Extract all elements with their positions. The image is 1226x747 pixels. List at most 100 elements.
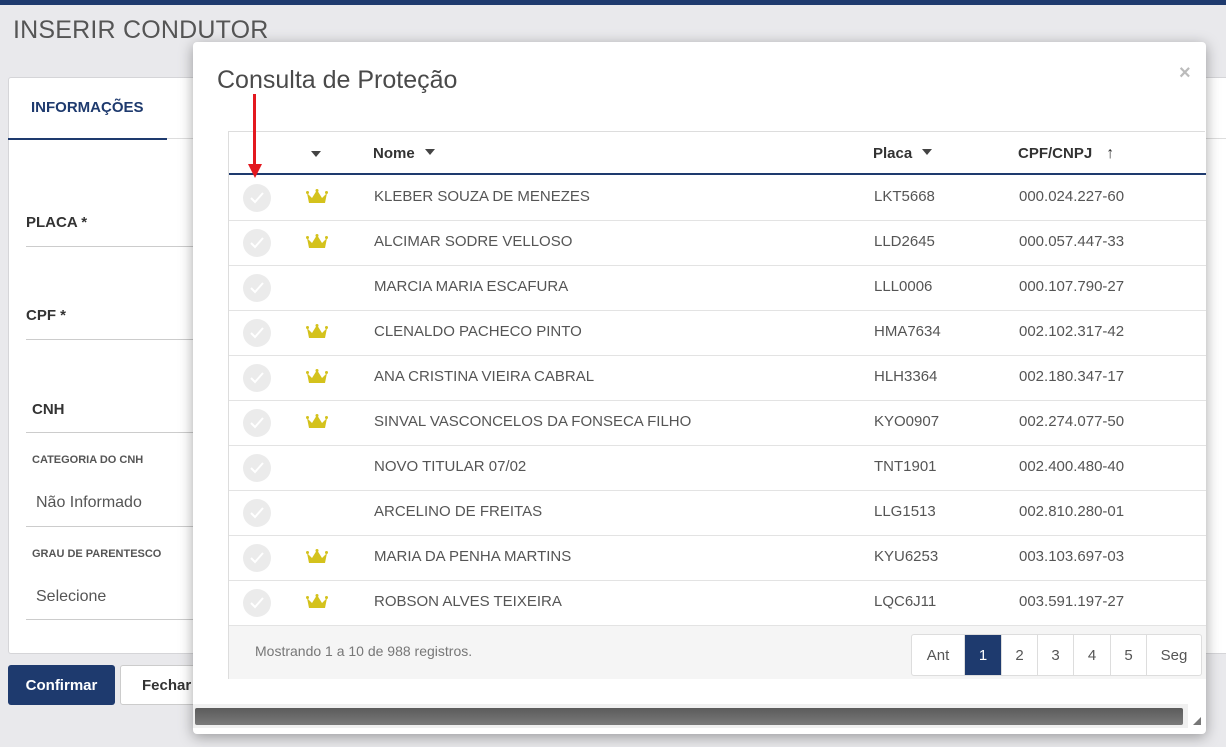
red-arrow-icon xyxy=(248,94,262,180)
pagination-page-5[interactable]: 5 xyxy=(1111,635,1147,675)
cell-cpf: 000.107.790-27 xyxy=(1019,278,1125,295)
grau-underline xyxy=(26,619,206,620)
placa-field[interactable] xyxy=(26,246,206,247)
cell-cpf: 000.057.447-33 xyxy=(1019,233,1125,250)
grau-label: GRAU DE PARENTESCO xyxy=(32,548,162,560)
cell-cpf: 002.102.317-42 xyxy=(1019,323,1125,340)
check-circle-icon[interactable] xyxy=(243,589,271,617)
chevron-down-icon xyxy=(424,149,435,156)
check-circle-icon[interactable] xyxy=(243,229,271,257)
column-placa-label: Placa xyxy=(873,145,913,162)
table-row[interactable]: ANA CRISTINA VIEIRA CABRAL HLH3364 002.180… xyxy=(229,356,1206,401)
cell-nome: SINVAL VASCONCELOS DA FONSECA FILHO xyxy=(374,413,692,430)
cell-nome: MARIA DA PENHA MARTINS xyxy=(374,548,572,565)
table-row[interactable]: ROBSON ALVES TEIXEIRA LQC6J11 003.591.197-… xyxy=(229,581,1206,626)
crown-icon xyxy=(306,234,328,248)
cell-placa: LKT5668 xyxy=(874,188,935,205)
close-icon[interactable]: × xyxy=(1179,62,1191,85)
resize-grip-icon[interactable] xyxy=(1193,717,1201,725)
pagination-page-4[interactable]: 4 xyxy=(1074,635,1111,675)
cell-cpf: 002.400.480-40 xyxy=(1019,458,1125,475)
table-row[interactable]: ALCIMAR SODRE VELLOSO LLD2645 000.057.447-… xyxy=(229,221,1206,266)
badge-column-sort-icon[interactable] xyxy=(311,151,321,157)
pagination-prev[interactable]: Ant xyxy=(912,635,965,675)
scrollbar-thumb[interactable] xyxy=(195,708,1183,725)
placa-label: PLACA * xyxy=(26,214,88,231)
cell-placa: LLD2645 xyxy=(874,233,935,250)
categoria-underline xyxy=(26,526,206,527)
check-circle-icon[interactable] xyxy=(243,184,271,212)
check-circle-icon[interactable] xyxy=(243,544,271,572)
cpf-field[interactable] xyxy=(26,339,206,340)
pagination-page-2[interactable]: 2 xyxy=(1002,635,1038,675)
cell-placa: TNT1901 xyxy=(874,458,937,475)
tab-informacoes[interactable]: INFORMAÇÕES xyxy=(8,77,167,140)
table-header: Nome Placa CPF/CNPJ ↑ xyxy=(229,132,1206,175)
cnh-label: CNH xyxy=(32,401,65,418)
crown-icon xyxy=(306,369,328,383)
check-circle-icon[interactable] xyxy=(243,454,271,482)
pagination-next[interactable]: Seg xyxy=(1147,635,1201,675)
horizontal-scrollbar[interactable] xyxy=(193,704,1188,728)
cell-nome: NOVO TITULAR 07/02 xyxy=(374,458,527,475)
cell-placa: HLH3364 xyxy=(874,368,938,385)
cell-placa: LLL0006 xyxy=(874,278,933,295)
crown-icon xyxy=(306,594,328,608)
cell-nome: ALCIMAR SODRE VELLOSO xyxy=(374,233,573,250)
check-circle-icon[interactable] xyxy=(243,364,271,392)
results-table: Nome Placa CPF/CNPJ ↑ KLEBER SOUZA DE MEN… xyxy=(228,131,1206,679)
column-cpf-label: CPF/CNPJ xyxy=(1018,145,1093,162)
cell-nome: ROBSON ALVES TEIXEIRA xyxy=(374,593,562,610)
cell-nome: MARCIA MARIA ESCAFURA xyxy=(374,278,569,295)
categoria-select[interactable]: Não Informado xyxy=(36,494,142,512)
table-row[interactable]: SINVAL VASCONCELOS DA FONSECA FILHO KYO09… xyxy=(229,401,1206,446)
pagination-page-1[interactable]: 1 xyxy=(965,635,1002,675)
column-nome[interactable]: Nome xyxy=(373,145,435,162)
cell-cpf: 003.103.697-03 xyxy=(1019,548,1125,565)
cell-cpf: 000.024.227-60 xyxy=(1019,188,1125,205)
records-info: Mostrando 1 a 10 de 988 registros. xyxy=(255,643,473,659)
cell-nome: CLENALDO PACHECO PINTO xyxy=(374,323,582,340)
pagination-page-3[interactable]: 3 xyxy=(1038,635,1074,675)
cnh-field[interactable] xyxy=(26,432,206,433)
table-row[interactable]: KLEBER SOUZA DE MENEZES LKT5668 000.024.22… xyxy=(229,176,1206,221)
tab-label: INFORMAÇÕES xyxy=(31,99,144,116)
chevron-down-icon xyxy=(922,149,933,156)
crown-icon xyxy=(306,324,328,338)
column-cpf[interactable]: CPF/CNPJ ↑ xyxy=(1018,145,1114,163)
column-placa[interactable]: Placa xyxy=(873,145,933,162)
cell-placa: HMA7634 xyxy=(874,323,941,340)
table-row[interactable]: CLENALDO PACHECO PINTO HMA7634 002.102.317… xyxy=(229,311,1206,356)
table-row[interactable]: ARCELINO DE FREITAS LLG1513 002.810.280-01 xyxy=(229,491,1206,536)
check-circle-icon[interactable] xyxy=(243,499,271,527)
confirm-button[interactable]: Confirmar xyxy=(8,665,115,705)
check-circle-icon[interactable] xyxy=(243,319,271,347)
cell-nome: ARCELINO DE FREITAS xyxy=(374,503,543,520)
top-accent-bar xyxy=(0,0,1226,5)
sort-ascending-icon: ↑ xyxy=(1106,145,1115,162)
cell-placa: LLG1513 xyxy=(874,503,936,520)
cpf-label: CPF * xyxy=(26,307,67,324)
cell-cpf: 002.274.077-50 xyxy=(1019,413,1125,430)
page-title: INSERIR CONDUTOR xyxy=(13,16,269,44)
crown-icon xyxy=(306,549,328,563)
table-row[interactable]: MARIA DA PENHA MARTINS KYU6253 003.103.697… xyxy=(229,536,1206,581)
modal-title: Consulta de Proteção xyxy=(217,66,458,94)
cell-nome: KLEBER SOUZA DE MENEZES xyxy=(374,188,590,205)
check-circle-icon[interactable] xyxy=(243,274,271,302)
crown-icon xyxy=(306,189,328,203)
cell-cpf: 002.180.347-17 xyxy=(1019,368,1125,385)
table-footer: Mostrando 1 a 10 de 988 registros. Ant 1… xyxy=(229,626,1206,679)
categoria-label: CATEGORIA DO CNH xyxy=(32,454,144,466)
cell-cpf: 003.591.197-27 xyxy=(1019,593,1125,610)
grau-select[interactable]: Selecione xyxy=(36,588,106,606)
check-circle-icon[interactable] xyxy=(243,409,271,437)
cell-placa: LQC6J11 xyxy=(874,593,937,610)
cell-nome: ANA CRISTINA VIEIRA CABRAL xyxy=(374,368,595,385)
cell-cpf: 002.810.280-01 xyxy=(1019,503,1125,520)
table-row[interactable]: MARCIA MARIA ESCAFURA LLL0006 000.107.790-… xyxy=(229,266,1206,311)
table-row[interactable]: NOVO TITULAR 07/02 TNT1901 002.400.480-40 xyxy=(229,446,1206,491)
cell-placa: KYU6253 xyxy=(874,548,939,565)
pagination: Ant 1 2 3 4 5 Seg xyxy=(911,634,1202,676)
crown-icon xyxy=(306,414,328,428)
